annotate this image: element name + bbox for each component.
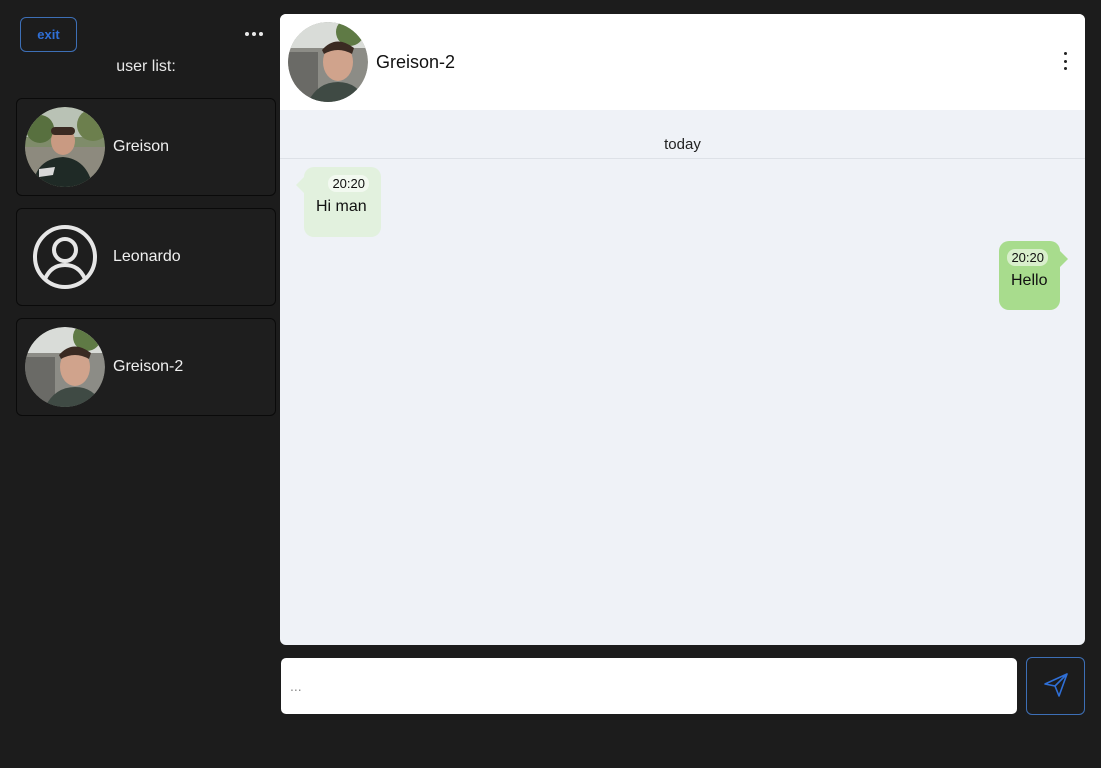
more-horizontal-icon[interactable] xyxy=(240,26,268,42)
message-time: 20:20 xyxy=(1007,249,1048,266)
sidebar: exit user list: Greison Leonardo Greison… xyxy=(0,0,280,768)
avatar-photo xyxy=(25,107,105,187)
chat-header: Greison-2 xyxy=(280,14,1085,110)
user-list-title: user list: xyxy=(116,58,176,75)
user-name: Greison xyxy=(113,138,170,155)
user-item-greison[interactable]: Greison xyxy=(16,98,276,196)
send-button[interactable] xyxy=(1026,657,1085,715)
send-icon xyxy=(1042,671,1070,702)
message-time: 20:20 xyxy=(328,175,369,192)
message-text: Hi man xyxy=(316,198,367,215)
user-item-greison-2[interactable]: Greison-2 xyxy=(16,318,276,416)
message-text: Hello xyxy=(1011,272,1048,289)
message-input[interactable] xyxy=(281,658,1017,714)
user-name: Greison-2 xyxy=(113,358,184,375)
avatar-photo xyxy=(25,327,105,407)
user-circle-icon xyxy=(25,217,105,297)
day-separator-line xyxy=(280,158,1085,159)
avatar-photo[interactable] xyxy=(288,22,368,102)
more-vertical-icon[interactable] xyxy=(1059,52,1071,70)
day-separator: today xyxy=(664,136,701,153)
user-item-leonardo[interactable]: Leonardo xyxy=(16,208,276,306)
chat-panel: Greison-2 today 20:20 Hi man 20:20 Hello xyxy=(280,14,1085,645)
chat-app: exit user list: Greison Leonardo Greison… xyxy=(0,0,1101,768)
message-incoming: 20:20 Hi man xyxy=(296,167,381,237)
exit-button[interactable]: exit xyxy=(20,17,77,52)
user-name: Leonardo xyxy=(113,248,181,265)
message-outgoing: 20:20 Hello xyxy=(999,241,1068,310)
chat-title: Greison-2 xyxy=(376,51,456,72)
